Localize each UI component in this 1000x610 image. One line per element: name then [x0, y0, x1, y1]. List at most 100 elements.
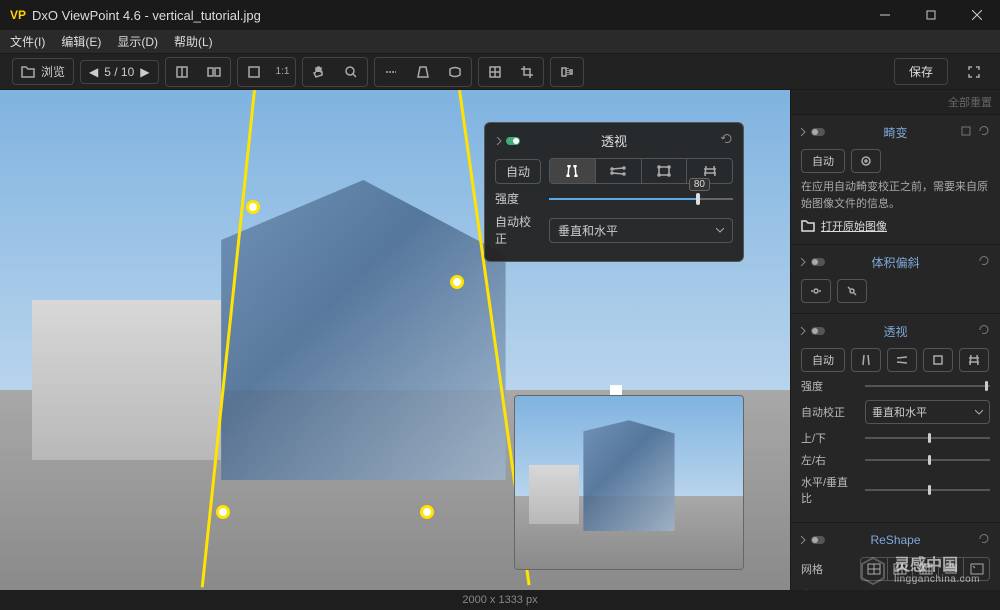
autocorrect-select[interactable]: 垂直和水平: [865, 400, 990, 424]
misc-tool-group: [550, 57, 584, 87]
sidebar-header: 全部重置: [791, 90, 1000, 114]
volume-diagonal-icon[interactable]: [837, 279, 867, 303]
panel-toggle[interactable]: [799, 128, 825, 136]
main-area: 透视 自动 强度 80 自: [0, 90, 1000, 590]
compare-split-icon[interactable]: [200, 60, 228, 84]
compare-tool-group: [165, 57, 231, 87]
panel-title: 畸变: [883, 124, 907, 141]
mode-horizontal-icon[interactable]: [595, 159, 641, 183]
perspective-tool-group: [374, 57, 472, 87]
mode-horizontal-icon[interactable]: [887, 348, 917, 372]
panel-toggle[interactable]: [799, 536, 825, 544]
statusbar: 2000 x 1333 px: [0, 590, 1000, 610]
reset-all-link[interactable]: 全部重置: [948, 94, 992, 110]
image-dimensions: 2000 x 1333 px: [462, 594, 537, 606]
reset-icon[interactable]: [978, 533, 990, 548]
panel-collapse-icon[interactable]: [495, 137, 520, 145]
pager-count: 5 / 10: [104, 65, 134, 79]
autocorrect-label: 自动校正: [495, 213, 541, 247]
window-controls: [862, 0, 1000, 30]
perspective-auto-button[interactable]: 自动: [801, 348, 845, 372]
browse-button[interactable]: 浏览: [12, 58, 74, 85]
toolbar: 浏览 ◀ 5 / 10 ▶ 1:1 保存: [0, 54, 1000, 90]
minimize-button[interactable]: [862, 0, 908, 30]
menu-display[interactable]: 显示(D): [117, 33, 158, 50]
strength-slider[interactable]: [865, 385, 990, 387]
fullscreen-icon[interactable]: [960, 60, 988, 84]
floating-auto-button[interactable]: 自动: [495, 159, 541, 184]
reshape-tool-icon[interactable]: [441, 60, 469, 84]
autocorrect-label: 自动校正: [801, 404, 857, 420]
close-button[interactable]: [954, 0, 1000, 30]
strength-label: 强度: [495, 190, 541, 207]
volume-horizontal-icon[interactable]: [801, 279, 831, 303]
mode-rectangle-icon[interactable]: [641, 159, 687, 183]
autocorrect-select[interactable]: 垂直和水平: [549, 218, 733, 243]
perspective-floating-panel: 透视 自动 强度 80 自: [484, 122, 744, 262]
panel-title: 体积偏斜: [871, 254, 919, 271]
zoom-tool-group: 1:1: [237, 57, 297, 87]
crop-tool-group: [478, 57, 544, 87]
zoom-fit-icon[interactable]: [240, 60, 268, 84]
magnify-tool-icon[interactable]: [337, 60, 365, 84]
panel-title: 透视: [883, 323, 907, 340]
save-button[interactable]: 保存: [894, 58, 948, 85]
ratio-label: 水平/垂直比: [801, 474, 857, 506]
reset-icon[interactable]: [978, 324, 990, 339]
titlebar: VP DxO ViewPoint 4.6 - vertical_tutorial…: [0, 0, 1000, 30]
grid-density-buttons: [860, 557, 990, 581]
compare-single-icon[interactable]: [168, 60, 196, 84]
open-original-link[interactable]: 打开原始图像: [801, 218, 990, 234]
panel-distortion: 畸变 自动 在应用自动畸变校正之前，需要来自原始图像文件的信息。 打开原始图像: [791, 114, 1000, 244]
pager-prev[interactable]: ◀: [89, 65, 98, 79]
panel-reshape: ReShape 网格 自动 旋转: [791, 522, 1000, 590]
grid-2x2-icon[interactable]: [861, 558, 887, 580]
image-canvas[interactable]: 透视 自动 强度 80 自: [0, 90, 790, 590]
strength-value-badge: 80: [689, 178, 710, 191]
grid-tool-icon[interactable]: [481, 60, 509, 84]
image-pager: ◀ 5 / 10 ▶: [80, 60, 159, 84]
leftright-slider[interactable]: [865, 459, 990, 461]
horizon-tool-icon[interactable]: [377, 60, 405, 84]
mode-vertical-icon[interactable]: [851, 348, 881, 372]
perspective-tool-icon[interactable]: [409, 60, 437, 84]
reset-icon[interactable]: [978, 125, 990, 140]
navigate-tool-group: [302, 57, 368, 87]
mirror-tool-icon[interactable]: [553, 60, 581, 84]
floating-panel-title: 透视: [601, 131, 627, 150]
sidebar: 全部重置 畸变 自动 在应用自动畸变校正之前，需要来自原始图像文件的信息。 打开…: [790, 90, 1000, 590]
distortion-manual-icon[interactable]: [851, 149, 881, 173]
updown-label: 上/下: [801, 430, 857, 446]
grid-dense-icon[interactable]: [938, 558, 964, 580]
strength-slider[interactable]: 80: [549, 198, 733, 200]
crop-tool-icon[interactable]: [513, 60, 541, 84]
zoom-1-1[interactable]: 1:1: [272, 66, 294, 77]
leftright-label: 左/右: [801, 452, 857, 468]
grid-4x4-icon[interactable]: [912, 558, 938, 580]
menu-file[interactable]: 文件(I): [10, 33, 45, 50]
info-icon[interactable]: [960, 125, 972, 140]
reshape-auto-label: 自动: [801, 587, 857, 590]
menu-edit[interactable]: 编辑(E): [61, 33, 101, 50]
mode-8point-icon[interactable]: [959, 348, 989, 372]
reset-icon[interactable]: [721, 133, 733, 148]
mode-vertical-icon[interactable]: [550, 159, 595, 183]
panel-toggle[interactable]: [799, 258, 825, 266]
maximize-button[interactable]: [908, 0, 954, 30]
grid-label: 网格: [801, 561, 852, 577]
panel-volume: 体积偏斜: [791, 244, 1000, 313]
grid-3x3-icon[interactable]: [887, 558, 913, 580]
grid-custom-icon[interactable]: [963, 558, 989, 580]
strength-label: 强度: [801, 378, 857, 394]
ratio-slider[interactable]: [865, 489, 990, 491]
pager-next[interactable]: ▶: [140, 65, 149, 79]
app-logo: VP: [10, 8, 26, 22]
panel-perspective: 透视 自动 强度 自动校正 垂直和水平: [791, 313, 1000, 522]
panel-toggle[interactable]: [799, 327, 825, 335]
updown-slider[interactable]: [865, 437, 990, 439]
reset-icon[interactable]: [978, 255, 990, 270]
hand-tool-icon[interactable]: [305, 60, 333, 84]
distortion-auto-button[interactable]: 自动: [801, 149, 845, 173]
menu-help[interactable]: 帮助(L): [174, 33, 213, 50]
mode-rectangle-icon[interactable]: [923, 348, 953, 372]
